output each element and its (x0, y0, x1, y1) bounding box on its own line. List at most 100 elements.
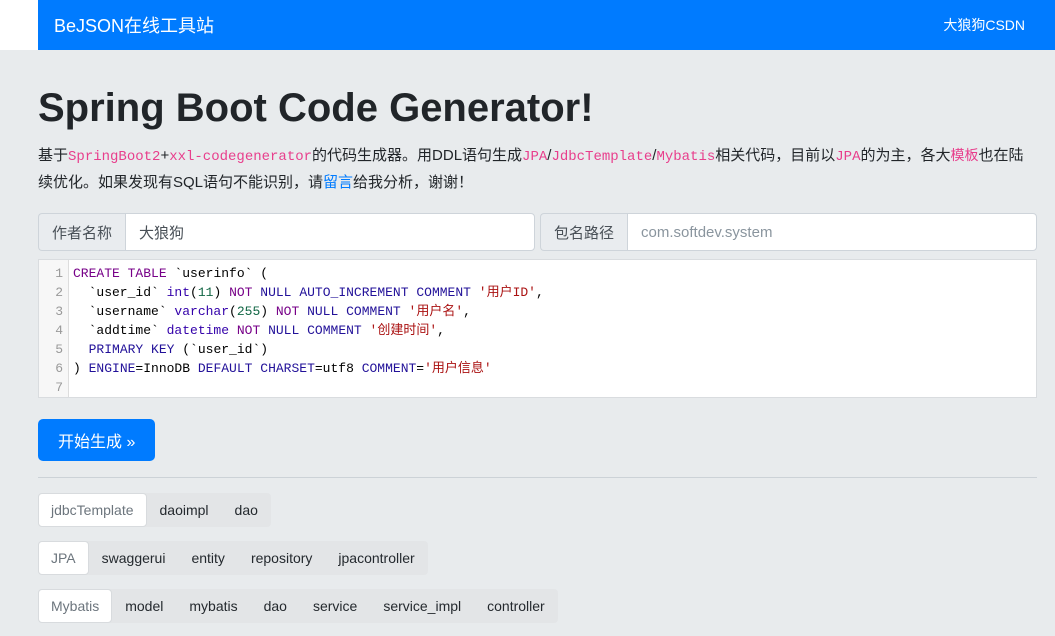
inline-code: Mybatis (656, 149, 715, 165)
sql-token-plain (229, 323, 237, 338)
sql-token-plain (120, 266, 128, 281)
sql-token-atom: COMMENT (346, 304, 401, 319)
inline-code: xxl-codegenerator (169, 149, 312, 165)
tab-groups: jdbcTemplatedaoimpldaoJPAswaggeruientity… (38, 493, 1037, 636)
sql-token-plain: , (536, 285, 544, 300)
line-number: 3 (39, 302, 63, 321)
sql-token-type: int (167, 285, 190, 300)
intro-segment: 的代码生成器。用DDL语句生成 (312, 147, 522, 164)
tab-group-jdbctemplate: jdbcTemplatedaoimpldao (38, 493, 271, 527)
brand-link[interactable]: BeJSON在线工具站 (54, 12, 214, 38)
sql-token-plain: ) (213, 285, 229, 300)
line-number: 6 (39, 359, 63, 378)
sql-token-atom: NULL (268, 323, 299, 338)
sql-token-plain: =utf8 (315, 361, 362, 376)
tab-swaggerui[interactable]: swaggerui (89, 541, 179, 575)
sql-token-atom: ENGINE (89, 361, 136, 376)
sql-token-plain (338, 304, 346, 319)
sql-token-plain (299, 323, 307, 338)
sql-token-atom: CHARSET (260, 361, 315, 376)
code-line: `addtime` datetime NOT NULL COMMENT '创建时… (73, 321, 1036, 340)
sql-token-atom: NULL (260, 285, 291, 300)
sql-token-plain: ) (73, 361, 89, 376)
sql-token-plain: =InnoDB (135, 361, 197, 376)
sql-token-type: varchar (174, 304, 229, 319)
divider (38, 477, 1037, 478)
tab-jpa[interactable]: JPA (38, 541, 89, 575)
package-input-group: 包名路径 (540, 213, 1037, 251)
intro-segment: 基于 (38, 147, 68, 164)
tab-jdbctemplate[interactable]: jdbcTemplate (38, 493, 147, 527)
page-title: Spring Boot Code Generator! (38, 50, 1037, 131)
package-input[interactable] (627, 213, 1037, 251)
tab-mybatis[interactable]: mybatis (176, 589, 250, 623)
sql-token-kw: TABLE (128, 266, 167, 281)
tab-entity[interactable]: entity (178, 541, 237, 575)
feedback-link[interactable]: 留言 (323, 174, 353, 191)
sql-token-kw: NOT (276, 304, 299, 319)
inline-code: JPA (835, 149, 860, 165)
editor-gutter: 1234567 (39, 260, 69, 397)
sql-token-str: '用户信息' (424, 361, 492, 376)
generate-button[interactable]: 开始生成 » (38, 419, 155, 461)
line-number: 2 (39, 283, 63, 302)
code-line: CREATE TABLE `userinfo` ( (73, 264, 1036, 283)
sql-token-plain: , (463, 304, 471, 319)
package-label: 包名路径 (540, 213, 627, 251)
sql-token-plain (143, 342, 151, 357)
navbar: BeJSON在线工具站 大狼狗CSDN (38, 0, 1055, 50)
intro-segment: 给我分析，谢谢！ (353, 174, 473, 191)
tab-jpacontroller[interactable]: jpacontroller (325, 541, 427, 575)
inline-code: 模板 (951, 149, 979, 165)
author-label: 作者名称 (38, 213, 125, 251)
sql-token-plain: `user_id` (73, 285, 167, 300)
code-line: `username` varchar(255) NOT NULL COMMENT… (73, 302, 1036, 321)
sql-token-str: '用户名' (409, 304, 464, 319)
author-input[interactable] (125, 213, 535, 251)
code-line: PRIMARY KEY (`user_id`) (73, 340, 1036, 359)
tab-service_impl[interactable]: service_impl (370, 589, 474, 623)
inline-code: JPA (522, 149, 547, 165)
tab-controller[interactable]: controller (474, 589, 558, 623)
sql-token-atom: AUTO_INCREMENT (299, 285, 408, 300)
sql-token-kw: CREATE (73, 266, 120, 281)
intro-segment: 的为主，各大 (860, 147, 950, 164)
tab-mybatis[interactable]: Mybatis (38, 589, 112, 623)
sql-token-plain: , (437, 323, 445, 338)
sql-token-plain (471, 285, 479, 300)
intro-segment: + (160, 147, 169, 164)
tab-dao[interactable]: dao (251, 589, 300, 623)
csdn-link[interactable]: 大狼狗CSDN (943, 15, 1025, 35)
editor-code[interactable]: CREATE TABLE `userinfo` ( `user_id` int(… (69, 260, 1036, 397)
sql-token-plain: `addtime` (73, 323, 167, 338)
tab-group-mybatis: Mybatismodelmybatisdaoserviceservice_imp… (38, 589, 558, 623)
sql-token-plain (401, 304, 409, 319)
tab-service[interactable]: service (300, 589, 370, 623)
sql-token-plain (260, 323, 268, 338)
sql-editor[interactable]: 1234567 CREATE TABLE `userinfo` ( `user_… (38, 259, 1037, 398)
page-background: Spring Boot Code Generator! 基于SpringBoot… (0, 50, 1055, 636)
author-input-group: 作者名称 (38, 213, 535, 251)
sql-token-plain (299, 304, 307, 319)
sql-token-atom: COMMENT (362, 361, 417, 376)
tab-model[interactable]: model (112, 589, 176, 623)
line-number: 7 (39, 378, 63, 397)
code-line: `user_id` int(11) NOT NULL AUTO_INCREMEN… (73, 283, 1036, 302)
inline-code: JdbcTemplate (551, 149, 652, 165)
code-line (73, 378, 1036, 397)
sql-token-num: 11 (198, 285, 214, 300)
sql-token-plain: (`user_id`) (174, 342, 268, 357)
line-number: 4 (39, 321, 63, 340)
tab-daoimpl[interactable]: daoimpl (147, 493, 222, 527)
tab-dao[interactable]: dao (222, 493, 271, 527)
tab-repository[interactable]: repository (238, 541, 325, 575)
sql-token-atom: NULL (307, 304, 338, 319)
sql-token-atom: COMMENT (307, 323, 362, 338)
sql-token-plain: ( (229, 304, 237, 319)
sql-token-atom: DEFAULT (198, 361, 253, 376)
main-container: Spring Boot Code Generator! 基于SpringBoot… (38, 50, 1037, 636)
sql-token-plain (73, 342, 89, 357)
sql-token-plain (362, 323, 370, 338)
sql-token-kw: NOT (229, 285, 252, 300)
topbar-row: BeJSON在线工具站 大狼狗CSDN (0, 0, 1055, 50)
